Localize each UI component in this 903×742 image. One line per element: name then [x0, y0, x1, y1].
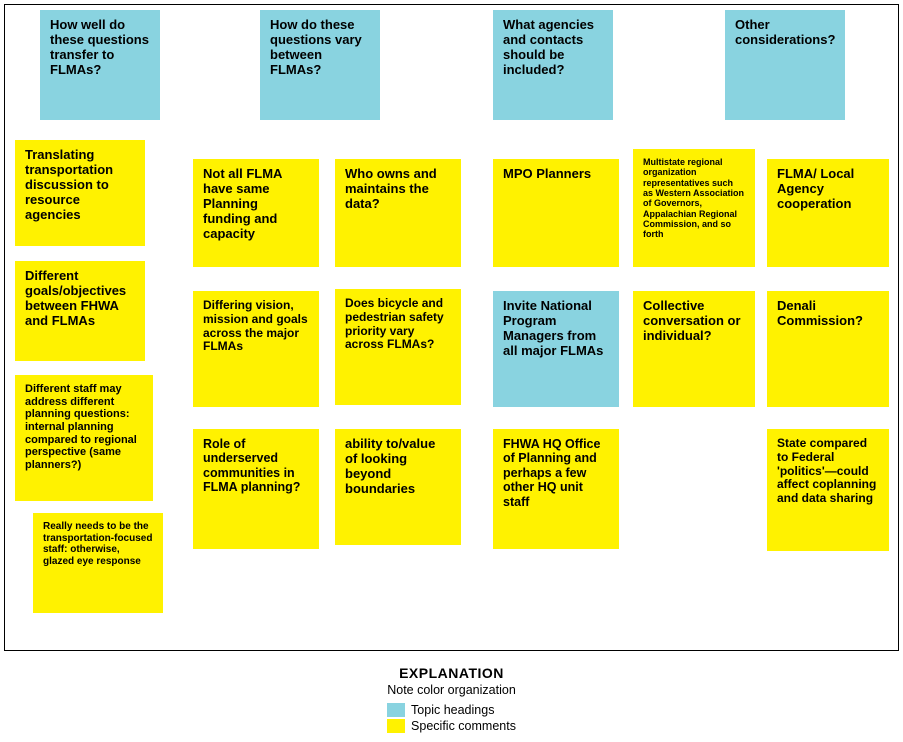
legend-row-comment: Specific comments: [387, 719, 516, 733]
legend-row-topic: Topic headings: [387, 703, 516, 717]
note-text: Role of underserved communities in FLMA …: [203, 437, 309, 495]
comment-note[interactable]: Translating transportation discussion to…: [15, 140, 145, 246]
comment-note[interactable]: Really needs to be the transportation-fo…: [33, 513, 163, 613]
comment-note[interactable]: FHWA HQ Office of Planning and perhaps a…: [493, 429, 619, 549]
note-text: ability to/value of looking beyond bound…: [345, 437, 451, 497]
comment-note[interactable]: FLMA/ Local Agency cooperation: [767, 159, 889, 267]
note-text: Collective conversation or individual?: [643, 299, 745, 344]
comment-note[interactable]: Different staff may address different pl…: [15, 375, 153, 501]
topic-note[interactable]: What agencies and contacts should be inc…: [493, 10, 613, 120]
note-text: Not all FLMA have same Planning funding …: [203, 167, 309, 242]
topic-note[interactable]: How well do these questions transfer to …: [40, 10, 160, 120]
note-text: Other considerations?: [735, 18, 835, 48]
swatch-comment: [387, 719, 405, 733]
note-text: What agencies and contacts should be inc…: [503, 18, 603, 78]
topic-note[interactable]: How do these questions vary between FLMA…: [260, 10, 380, 120]
note-text: Really needs to be the transportation-fo…: [43, 521, 153, 567]
note-text: Translating transportation discussion to…: [25, 148, 135, 223]
comment-note[interactable]: ability to/value of looking beyond bound…: [335, 429, 461, 545]
legend: EXPLANATION Note color organization Topi…: [4, 665, 899, 738]
note-text: Different staff may address different pl…: [25, 383, 143, 471]
note-text: Differing vision, mission and goals acro…: [203, 299, 309, 354]
sticky-board: How well do these questions transfer to …: [4, 4, 899, 651]
note-text: How do these questions vary between FLMA…: [270, 18, 370, 78]
comment-note[interactable]: Different goals/objectives between FHWA …: [15, 261, 145, 361]
legend-subtitle: Note color organization: [4, 683, 899, 697]
note-text: How well do these questions transfer to …: [50, 18, 150, 78]
note-text: MPO Planners: [503, 167, 591, 182]
note-text: FLMA/ Local Agency cooperation: [777, 167, 879, 212]
note-text: Denali Commission?: [777, 299, 879, 329]
note-text: Multistate regional organization represe…: [643, 157, 745, 240]
legend-items: Topic headings Specific comments: [387, 701, 516, 733]
comment-note[interactable]: Denali Commission?: [767, 291, 889, 407]
legend-title: EXPLANATION: [4, 665, 899, 681]
note-text: Invite National Program Managers from al…: [503, 299, 609, 359]
comment-note[interactable]: Role of underserved communities in FLMA …: [193, 429, 319, 549]
comment-note[interactable]: State compared to Federal 'politics'—cou…: [767, 429, 889, 551]
legend-label-comment: Specific comments: [411, 719, 516, 733]
note-text: FHWA HQ Office of Planning and perhaps a…: [503, 437, 609, 509]
legend-label-topic: Topic headings: [411, 703, 494, 717]
comment-note[interactable]: Who owns and maintains the data?: [335, 159, 461, 267]
swatch-topic: [387, 703, 405, 717]
note-text: Different goals/objectives between FHWA …: [25, 269, 135, 329]
note-text: Who owns and maintains the data?: [345, 167, 451, 212]
comment-note[interactable]: Differing vision, mission and goals acro…: [193, 291, 319, 407]
topic-note[interactable]: Invite National Program Managers from al…: [493, 291, 619, 407]
comment-note[interactable]: Not all FLMA have same Planning funding …: [193, 159, 319, 267]
comment-note[interactable]: Collective conversation or individual?: [633, 291, 755, 407]
comment-note[interactable]: MPO Planners: [493, 159, 619, 267]
topic-note[interactable]: Other considerations?: [725, 10, 845, 120]
note-text: State compared to Federal 'politics'—cou…: [777, 437, 879, 506]
comment-note[interactable]: Does bicycle and pedestrian safety prior…: [335, 289, 461, 405]
note-text: Does bicycle and pedestrian safety prior…: [345, 297, 451, 352]
comment-note[interactable]: Multistate regional organization represe…: [633, 149, 755, 267]
